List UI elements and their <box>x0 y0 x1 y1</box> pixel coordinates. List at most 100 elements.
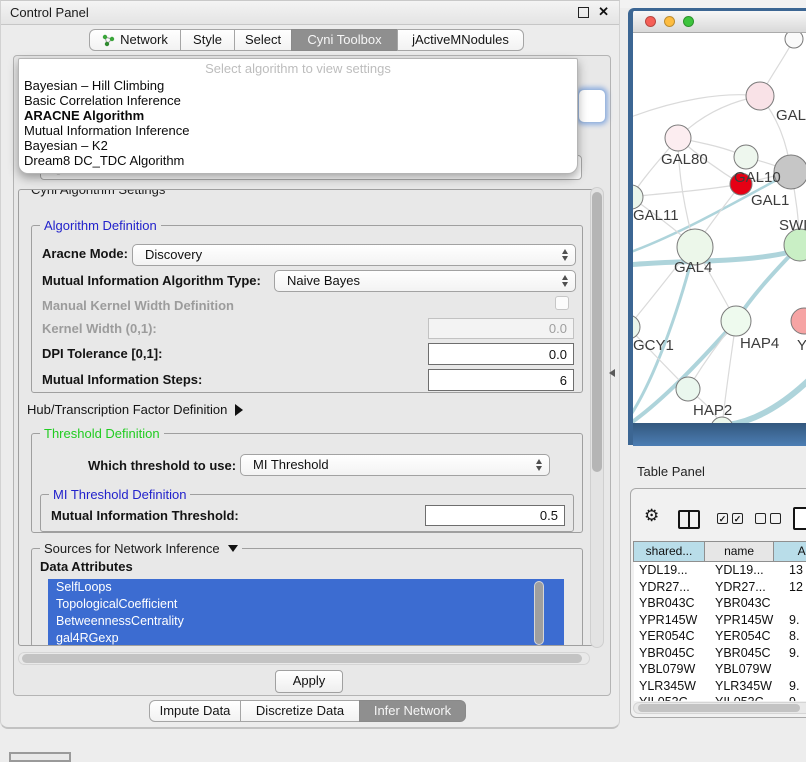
table-row[interactable]: YLR345WYLR345W9. <box>634 678 806 695</box>
tab-infer-network[interactable]: Infer Network <box>359 700 466 722</box>
table-horizontal-scrollbar[interactable] <box>633 702 806 714</box>
tab-impute-data[interactable]: Impute Data <box>149 700 241 722</box>
table-cell: YBL079W <box>710 661 784 678</box>
network-edge[interactable] <box>633 184 741 197</box>
attribute-item[interactable]: BetweennessCentrality <box>48 613 564 630</box>
network-edge[interactable] <box>728 378 806 423</box>
table-cell: YBR045C <box>710 645 784 662</box>
gear-icon[interactable]: ⚙ <box>644 507 659 524</box>
algorithm-option[interactable]: Basic Correlation Inference <box>19 93 577 108</box>
split-columns-icon[interactable] <box>678 510 700 529</box>
table-cell: YLR345W <box>710 678 784 695</box>
dpi-tolerance-field[interactable] <box>428 343 574 365</box>
settings-vertical-scrollbar[interactable] <box>590 187 604 648</box>
node-label: GAL11 <box>633 207 679 224</box>
network-node-gal10[interactable] <box>734 145 758 169</box>
data-attributes-label: Data Attributes <box>40 559 133 574</box>
data-attributes-list[interactable]: SelfLoopsTopologicalCoefficientBetweenne… <box>48 579 564 646</box>
network-edge[interactable] <box>633 246 806 265</box>
mi-type-combo[interactable]: Naive Bayes <box>274 270 576 292</box>
sources-title[interactable]: Sources for Network Inference <box>40 541 242 556</box>
table-cell: 9 <box>784 694 806 701</box>
deselect-all-columns-icon[interactable] <box>755 513 781 524</box>
horizontal-scroll-thumb[interactable] <box>22 654 582 663</box>
table-row[interactable]: YDR27...YDR27...12 <box>634 579 806 596</box>
column-header[interactable]: shared... <box>633 541 705 562</box>
kernel-width-field[interactable] <box>428 318 574 339</box>
checked-box-icon: ✓ <box>732 513 743 524</box>
close-traffic-light[interactable] <box>645 16 656 27</box>
table-cell: 13 <box>784 562 806 579</box>
attribute-item[interactable]: SelfLoops <box>48 579 564 596</box>
table-row[interactable]: YIL053CYIL053C9 <box>634 694 806 701</box>
select-all-columns-icon[interactable]: ✓ ✓ <box>717 513 743 524</box>
network-node-y[interactable] <box>791 308 806 334</box>
column-header[interactable]: A <box>773 541 806 562</box>
vertical-scroll-thumb[interactable] <box>592 192 602 472</box>
table-scroll-thumb[interactable] <box>638 704 800 712</box>
document-icon[interactable] <box>793 507 806 530</box>
table-row[interactable]: YBR045CYBR045C9. <box>634 645 806 662</box>
algorithm-option[interactable]: Bayesian – Hill Climbing <box>19 78 577 93</box>
tab-select[interactable]: Select <box>234 29 292 51</box>
network-edge[interactable] <box>633 95 760 117</box>
settings-horizontal-scrollbar[interactable] <box>18 652 590 665</box>
table-cell: 9. <box>784 678 806 695</box>
dpi-tolerance-label: DPI Tolerance [0,1]: <box>42 346 162 361</box>
network-node-gal80[interactable] <box>665 125 691 151</box>
network-window-titlebar[interactable] <box>633 11 806 33</box>
attribute-item[interactable]: TopologicalCoefficient <box>48 596 564 613</box>
panel-collapse-arrow-icon[interactable] <box>609 369 615 377</box>
mi-threshold-field[interactable] <box>425 505 565 526</box>
cyni-settings-group: Cyni Algorithm Settings Algorithm Defini… <box>18 189 594 646</box>
network-node-hap2[interactable] <box>676 377 700 401</box>
table-cell <box>784 595 806 612</box>
tab-cyni-toolbox[interactable]: Cyni Toolbox <box>291 29 398 51</box>
table-row[interactable]: YPR145WYPR145W9. <box>634 612 806 629</box>
collapse-right-icon <box>235 404 243 416</box>
control-panel-tabbar: Network Style Select Cyni Toolbox jActiv… <box>89 29 524 51</box>
tab-style[interactable]: Style <box>180 29 235 51</box>
algorithm-option[interactable]: ARACNE Algorithm <box>19 108 577 123</box>
network-node-gal[interactable] <box>746 82 774 110</box>
node-label: HAP2 <box>693 402 732 419</box>
attribute-item[interactable]: gal4RGexp <box>48 630 564 646</box>
hub-definition-label: Hub/Transcription Factor Definition <box>27 402 227 417</box>
column-header[interactable]: name <box>704 541 774 562</box>
aracne-mode-combo[interactable]: Discovery <box>132 244 576 266</box>
table-cell: YDR27... <box>634 579 710 596</box>
minimize-traffic-light[interactable] <box>664 16 675 27</box>
threshold-definition-group: Threshold Definition Which threshold to … <box>31 433 583 533</box>
node-label: SWI4 <box>779 217 806 234</box>
network-node-hap4[interactable] <box>721 306 751 336</box>
manual-kernel-checkbox[interactable] <box>555 296 569 310</box>
apply-button[interactable]: Apply <box>275 670 343 693</box>
tab-style-label: Style <box>193 30 222 50</box>
network-canvas[interactable]: GALGAL80GAL10GAL1GAL11SWI4GAL4GCY1HAP4YH… <box>633 33 806 423</box>
network-node[interactable] <box>785 33 803 48</box>
float-window-icon[interactable] <box>578 7 589 18</box>
tab-discretize-data[interactable]: Discretize Data <box>240 700 360 722</box>
algorithm-option[interactable]: Dream8 DC_TDC Algorithm <box>19 153 577 168</box>
zoom-traffic-light[interactable] <box>683 16 694 27</box>
node-label: GCY1 <box>633 337 674 354</box>
sources-title-label: Sources for Network Inference <box>44 541 220 556</box>
mi-steps-field[interactable] <box>428 369 574 391</box>
tab-network[interactable]: Network <box>89 29 181 51</box>
close-icon[interactable]: ✕ <box>598 4 609 20</box>
which-threshold-combo[interactable]: MI Threshold <box>240 454 550 476</box>
table-row[interactable]: YER054CYER054C8. <box>634 628 806 645</box>
minimized-panel-stub[interactable] <box>9 752 71 762</box>
tab-jactivemnodules[interactable]: jActiveMNodules <box>397 29 524 51</box>
manual-kernel-label: Manual Kernel Width Definition <box>42 298 234 313</box>
table-row[interactable]: YBR043CYBR043C <box>634 595 806 612</box>
algorithm-option[interactable]: Mutual Information Inference <box>19 123 577 138</box>
network-node-gcy1[interactable] <box>633 315 640 339</box>
control-panel-titlebar[interactable]: Control Panel ✕ <box>1 1 619 25</box>
attributes-scrollbar[interactable] <box>534 581 544 645</box>
algorithm-dropdown-list: Bayesian – Hill ClimbingBasic Correlatio… <box>19 78 577 168</box>
algorithm-option[interactable]: Bayesian – K2 <box>19 138 577 153</box>
table-row[interactable]: YBL079WYBL079W <box>634 661 806 678</box>
hub-definition-toggle[interactable]: Hub/Transcription Factor Definition <box>27 402 243 417</box>
table-row[interactable]: YDL19...YDL19...13 <box>634 562 806 579</box>
